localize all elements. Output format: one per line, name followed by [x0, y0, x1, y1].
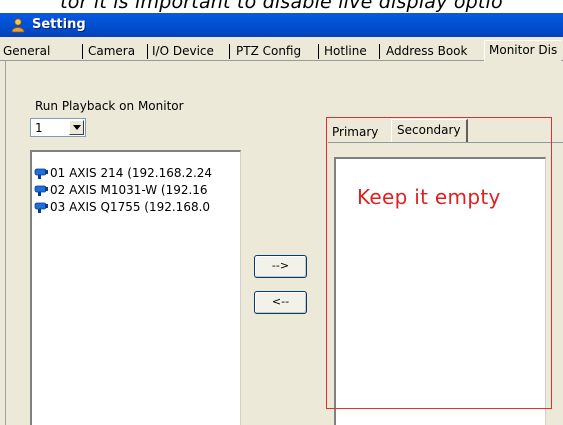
tab-monitor-display[interactable]: Monitor Dis — [484, 40, 562, 62]
tabstrip-divider — [0, 60, 563, 61]
camera-icon — [34, 185, 48, 196]
tab-divider — [379, 44, 380, 59]
tab-primary[interactable]: Primary — [332, 122, 378, 142]
camera-icon — [34, 168, 48, 179]
monitor-tabs: Primary Secondary — [328, 119, 563, 143]
camera-label: 02 AXIS M1031-W (192.16 — [50, 183, 208, 197]
caption-text: tor it is important to disable live disp… — [60, 0, 503, 13]
tab-divider — [82, 44, 83, 59]
tab-address-book[interactable]: Address Book — [386, 42, 467, 61]
camera-label: 01 AXIS 214 (192.168.2.24 — [50, 166, 213, 180]
tab-divider — [147, 44, 148, 59]
tab-divider — [318, 44, 319, 59]
monitor-select[interactable]: 1 — [30, 118, 86, 137]
tab-divider — [229, 44, 230, 59]
camera-icon — [34, 202, 48, 213]
tab-general[interactable]: General — [3, 42, 50, 61]
left-frame-edge — [0, 61, 6, 425]
tab-ptz-config[interactable]: PTZ Config — [236, 42, 301, 61]
settings-tabstrip: General Camera I/O Device PTZ Config Hot… — [0, 37, 563, 62]
tab-camera[interactable]: Camera — [88, 42, 135, 61]
camera-label: 03 AXIS Q1755 (192.168.0 — [50, 200, 211, 214]
monitor-select-value: 1 — [35, 121, 43, 135]
dropdown-button[interactable] — [69, 120, 84, 135]
title-bar[interactable]: Setting — [0, 13, 563, 37]
add-to-monitor-button[interactable]: --> — [254, 255, 307, 278]
annotation-text: Keep it empty — [357, 185, 501, 209]
tab-hotline[interactable]: Hotline — [324, 42, 367, 61]
tabpanel-divider — [328, 142, 563, 143]
remove-from-monitor-button[interactable]: <-- — [254, 291, 307, 314]
tab-secondary[interactable]: Secondary — [391, 119, 468, 143]
chevron-down-icon — [73, 125, 81, 130]
app-icon — [11, 18, 25, 33]
run-playback-label: Run Playback on Monitor — [35, 99, 184, 113]
tab-io-device[interactable]: I/O Device — [152, 42, 214, 61]
camera-list[interactable]: 01 AXIS 214 (192.168.2.24 02 AXIS M1031-… — [30, 150, 241, 425]
window-title: Setting — [32, 17, 86, 32]
